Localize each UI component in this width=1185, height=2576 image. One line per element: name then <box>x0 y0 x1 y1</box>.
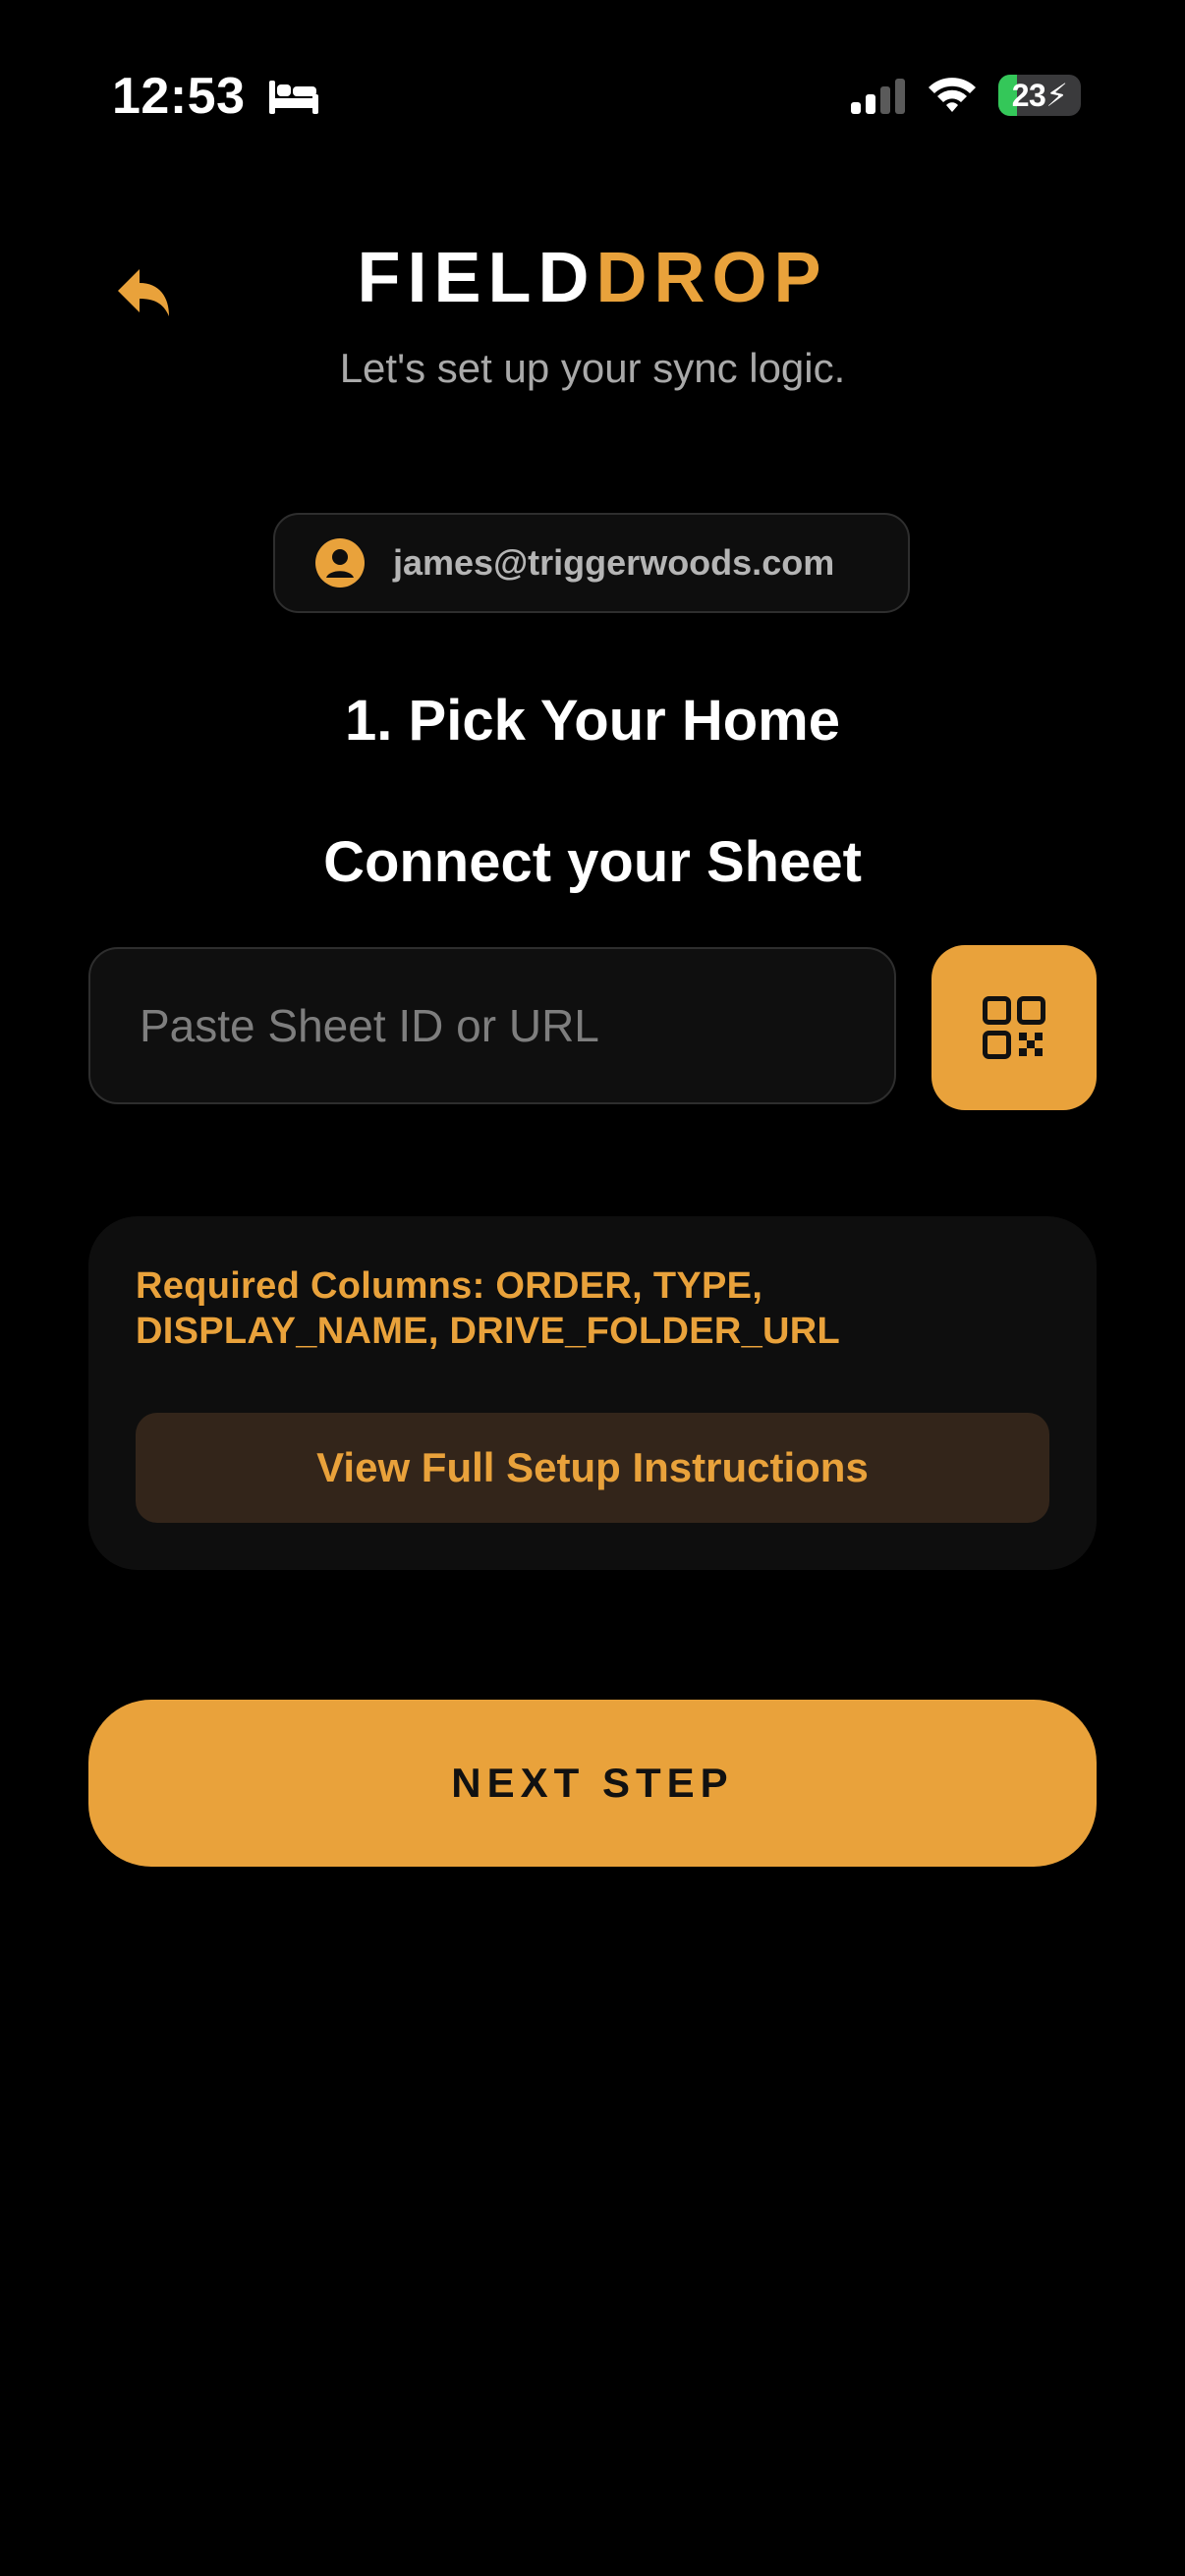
qr-code-icon <box>983 996 1045 1059</box>
account-chip[interactable]: james@triggerwoods.com <box>273 513 910 613</box>
wifi-icon <box>929 78 976 112</box>
view-instructions-button[interactable]: View Full Setup Instructions <box>136 1413 1049 1523</box>
step-title: 1. Pick Your Home <box>345 689 840 753</box>
app-logo: FIELDDROP <box>0 234 1185 322</box>
sheet-id-input[interactable] <box>88 947 896 1104</box>
connect-sheet-heading: Connect your Sheet <box>323 830 862 894</box>
requirements-card: Required Columns: ORDER, TYPE, DISPLAY_N… <box>88 1216 1097 1570</box>
battery-charging-icon: 23 ⚡ <box>998 75 1081 116</box>
cellular-signal-icon <box>851 79 905 114</box>
account-email: james@triggerwoods.com <box>393 542 835 583</box>
brand-drop-text: DROP <box>595 239 828 317</box>
required-columns-text: Required Columns: ORDER, TYPE, DISPLAY_N… <box>136 1265 841 1352</box>
next-step-button[interactable]: NEXT STEP <box>88 1700 1097 1867</box>
user-circle-icon <box>315 538 365 588</box>
status-time: 12:53 <box>112 68 246 125</box>
battery-level: 23 ⚡ <box>1011 77 1068 114</box>
qr-scan-button[interactable] <box>931 945 1097 1110</box>
brand-field-text: FIELD <box>357 239 596 317</box>
bed-icon <box>269 81 318 114</box>
page-subtitle: Let's set up your sync logic. <box>339 345 846 391</box>
